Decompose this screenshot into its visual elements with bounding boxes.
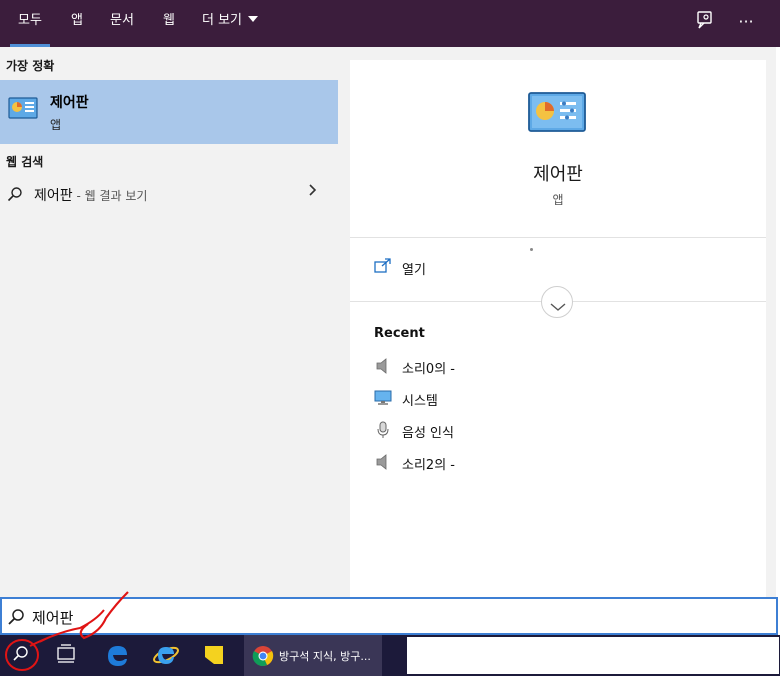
search-icon (7, 186, 23, 206)
tab-all-label: 모두 (18, 13, 42, 28)
search-icon (7, 608, 25, 630)
speaker-icon (376, 358, 390, 378)
feedback-icon[interactable] (693, 10, 717, 34)
search-box[interactable] (0, 597, 778, 635)
best-match-header: 가장 정확 (6, 59, 55, 73)
background-window-edge (776, 47, 780, 597)
top-bar: 모두 앱 문서 웹 더 보기 ··· (0, 0, 780, 47)
more-glyph: ··· (738, 12, 754, 31)
tab-documents-label: 문서 (110, 13, 134, 28)
taskbar: 방구석 지식, 방구... (0, 635, 780, 676)
divider (350, 237, 766, 238)
recent-header: Recent (374, 326, 425, 341)
best-match-item[interactable]: 제어판 앱 (0, 80, 338, 144)
tab-more[interactable]: 더 보기 (194, 0, 266, 47)
chevron-right-icon (308, 182, 318, 202)
chevron-down-icon (550, 297, 566, 316)
search-input[interactable] (32, 605, 632, 629)
recent-item-label: 소리2의 - (402, 458, 455, 473)
chrome-window-title: 방구석 지식, 방구... (279, 650, 371, 663)
speaker-icon (376, 454, 390, 474)
chrome-taskbar-button[interactable]: 방구석 지식, 방구... (244, 635, 382, 676)
preview-card: 제어판 앱 열기 Recent 소리0의 - 시스템 음성 인식 소리2의 - (350, 60, 766, 597)
taskbar-blank-area (407, 637, 779, 674)
separator-dot (530, 248, 533, 251)
task-view-button[interactable] (44, 635, 88, 676)
open-icon (374, 258, 392, 278)
recent-item-label: 소리0의 - (402, 362, 455, 377)
more-icon[interactable]: ··· (734, 10, 758, 34)
recent-item-label: 시스템 (402, 394, 438, 409)
control-panel-large-icon (528, 92, 586, 138)
web-search-header: 웹 검색 (6, 155, 44, 169)
sticky-notes-icon[interactable] (192, 635, 236, 676)
chrome-icon (252, 645, 274, 671)
monitor-icon (374, 390, 392, 410)
tab-all[interactable]: 모두 (10, 0, 50, 47)
internet-explorer-icon[interactable] (144, 635, 188, 676)
tab-apps[interactable]: 앱 (63, 0, 91, 47)
tab-more-label: 더 보기 (202, 13, 243, 28)
tab-web-label: 웹 (163, 13, 175, 28)
tab-web[interactable]: 웹 (155, 0, 183, 47)
chevron-down-icon (248, 16, 259, 22)
microphone-icon (376, 421, 390, 443)
expand-button[interactable] (541, 286, 573, 318)
recent-item-label: 음성 인식 (402, 426, 454, 441)
taskbar-search-button[interactable] (0, 635, 44, 676)
preview-title: 제어판 (533, 164, 583, 185)
edge-icon[interactable] (96, 635, 140, 676)
web-result-query: 제어판 (34, 188, 73, 204)
best-match-name: 제어판 (50, 95, 89, 111)
tab-apps-label: 앱 (71, 13, 83, 28)
tab-documents[interactable]: 문서 (102, 0, 142, 47)
web-result-hint: - 웹 결과 보기 (72, 189, 148, 203)
best-match-type: 앱 (50, 118, 62, 132)
results-pane: 가장 정확 제어판 앱 웹 검색 제어판 - 웹 결과 보기 (0, 47, 338, 597)
web-search-result[interactable]: 제어판 - 웹 결과 보기 (0, 179, 338, 209)
open-label: 열기 (402, 263, 426, 278)
preview-type: 앱 (552, 193, 564, 207)
control-panel-icon (8, 97, 38, 123)
